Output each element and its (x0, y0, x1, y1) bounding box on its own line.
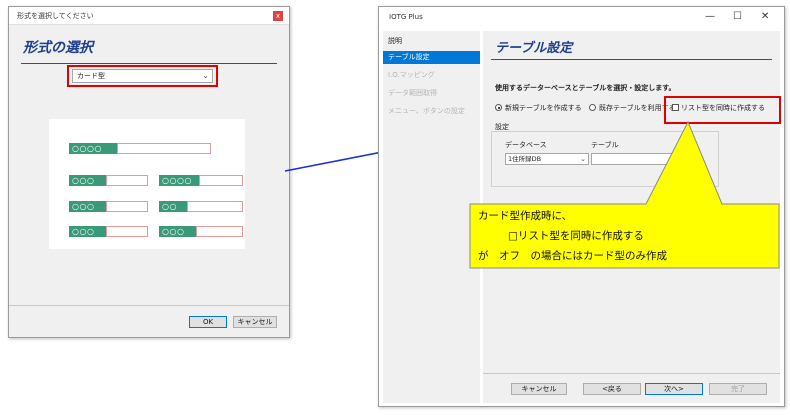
heading-divider (491, 59, 772, 60)
ok-button[interactable]: OK (189, 316, 227, 328)
table-label: テーブル (591, 141, 619, 149)
iotg-plus-window: IOTG Plus — ☐ ✕ 説明 テーブル設定 I.O.マッピング データ範… (378, 6, 785, 407)
radio-new-table-label: 新規テーブルを作成する (505, 104, 582, 112)
highlight-box-format (67, 65, 218, 87)
maximize-icon[interactable]: ☐ (733, 11, 742, 22)
cancel-button[interactable]: キャンセル (233, 316, 277, 328)
instruction-text: 使用するデーターベースとテーブルを選択・設定します。 (495, 84, 676, 92)
finish-button: 完了 (709, 383, 767, 395)
radio-existing-table[interactable] (589, 104, 596, 111)
chevron-down-icon: ⌄ (580, 155, 586, 163)
format-select-dialog: 形式を選択してください x 形式の選択 カード型 ⌄ ○○○○ ○○○ ○○○○… (8, 6, 290, 338)
preview-field (196, 226, 243, 237)
footer-divider (9, 305, 289, 306)
preview-tag: ○○ (159, 201, 187, 212)
close-icon[interactable]: ✕ (761, 11, 769, 22)
section-title: テーブル設定 (495, 41, 573, 56)
preview-field (187, 201, 243, 212)
database-select-value: 1住所録DB (508, 155, 542, 163)
preview-tag: ○○○○ (159, 175, 199, 186)
window-titlebar (379, 7, 784, 27)
preview-field (106, 175, 148, 186)
preview-field (117, 143, 211, 154)
card-preview: ○○○○ ○○○ ○○○○ ○○○ ○○ ○○○ ○○○ (49, 119, 245, 249)
sidebar-item-description[interactable]: 説明 (383, 35, 480, 48)
callout-line-1: カード型作成時に、 (478, 210, 573, 222)
preview-tag: ○○○ (69, 226, 106, 237)
preview-tag: ○○○○ (69, 143, 117, 154)
preview-tag: ○○○ (69, 201, 106, 212)
sidebar-item-menu-button-settings: メニュー、ボタンの設定 (388, 107, 465, 115)
preview-tag: ○○○ (69, 175, 106, 186)
radio-new-table[interactable] (495, 104, 502, 111)
sidebar-item-data-range: データ範囲取得 (388, 89, 437, 97)
callout-line-2: □リスト型を同時に作成する (508, 230, 644, 242)
database-select[interactable]: 1住所録DB ⌄ (505, 153, 589, 165)
cancel-button[interactable]: キャンセル (511, 383, 567, 395)
table-name-input[interactable] (591, 153, 681, 165)
highlight-box-list-option (664, 96, 781, 124)
wizard-sidebar: 説明 テーブル設定 I.O.マッピング データ範囲取得 メニュー、ボタンの設定 (383, 31, 480, 403)
footer-divider (483, 373, 780, 374)
window-title: IOTG Plus (389, 13, 423, 21)
close-icon[interactable]: x (273, 11, 283, 21)
back-button[interactable]: <戻る (583, 383, 641, 395)
heading-divider (21, 63, 277, 64)
preview-field (199, 175, 243, 186)
sidebar-item-table-settings[interactable]: テーブル設定 (383, 51, 480, 64)
dialog-title: 形式を選択してください (17, 12, 94, 20)
next-button[interactable]: 次へ> (645, 383, 703, 395)
preview-field (106, 201, 148, 212)
sidebar-item-io-mapping: I.O.マッピング (388, 71, 435, 79)
callout-line-3: が オフ の場合にはカード型のみ作成 (478, 250, 667, 262)
minimize-icon[interactable]: — (705, 11, 715, 22)
preview-field (106, 226, 148, 237)
database-label: データベース (505, 141, 547, 149)
preview-tag: ○○○ (159, 226, 196, 237)
page-title: 形式の選択 (23, 40, 93, 56)
